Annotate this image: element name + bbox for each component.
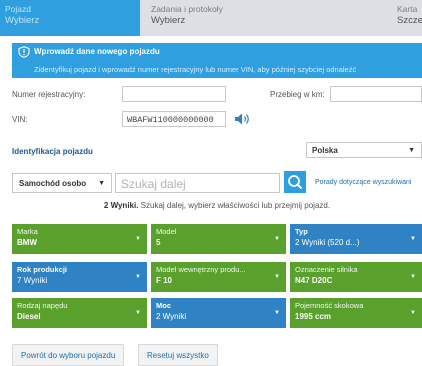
step-vehicle-sub: Wybierz (5, 15, 40, 26)
chevron-down-icon: ▼ (135, 274, 141, 280)
vehicle-type-select[interactable]: Samochód osobo ▼ (12, 173, 112, 193)
chevron-down-icon: ▼ (410, 236, 416, 242)
results-summary: 2 Wyniki. Szukaj dalej, wybierz właściwo… (12, 201, 422, 210)
tile-drive-type[interactable]: Rodzaj napędu Diesel ▼ (12, 298, 147, 328)
tile-label: Pojemność skokowa (295, 301, 364, 310)
speaker-icon[interactable] (232, 111, 252, 127)
chevron-down-icon: ▼ (135, 236, 141, 242)
step-tasks-label: Zadania i protokoły (151, 4, 223, 14)
tile-label: Model (156, 227, 177, 236)
tile-power[interactable]: Moc 2 Wyniki ▼ (151, 298, 286, 328)
tile-label: Marka (17, 227, 38, 236)
tile-label: Rodzaj napędu (17, 301, 68, 310)
banner-text: Zidentyfikuj pojazd i wprowadź numer rej… (34, 65, 357, 74)
banner-title: Wprowadź dane nowego pojazdu (34, 47, 160, 56)
chevron-down-icon: ▼ (408, 147, 415, 154)
search-input[interactable]: Szukaj dalej (115, 173, 280, 193)
results-count: 2 Wyniki. (103, 201, 139, 210)
tile-type[interactable]: Typ 2 Wyniki (520 d...) ▼ (290, 224, 422, 254)
vehicle-type-value: Samochód osobo (19, 179, 87, 188)
tile-value: N47 D20C (295, 276, 333, 285)
tile-value: 2 Wyniki (520 d...) (295, 238, 360, 247)
mileage-input[interactable] (330, 86, 422, 102)
tile-production-year[interactable]: Rok produkcji 7 Wyniki ▼ (12, 262, 147, 292)
search-help-link[interactable]: Porady dotyczące wyszukiwani (315, 179, 412, 186)
tile-internal-model[interactable]: Model wewnętrzny produ... F 10 ▼ (151, 262, 286, 292)
reg-number-label: Numer rejestracyjny: (12, 90, 86, 99)
tile-value: 1995 ccm (295, 312, 332, 321)
step-card[interactable]: Karta Szcze (397, 4, 422, 26)
reset-all-button[interactable]: Resetuj wszystko (138, 344, 218, 366)
vin-input[interactable]: WBAFW110000000000 (122, 111, 226, 127)
tile-value: F 10 (156, 276, 173, 285)
tile-model[interactable]: Model 5 ▼ (151, 224, 286, 254)
search-icon (288, 175, 303, 190)
tile-value: Diesel (17, 312, 41, 321)
chevron-down-icon: ▼ (135, 310, 141, 316)
tile-make[interactable]: Marka BMW ▼ (12, 224, 147, 254)
back-to-vehicle-selection-button[interactable]: Powrót do wyboru pojazdu (12, 344, 125, 366)
chevron-down-icon: ▼ (410, 310, 416, 316)
step-card-label: Karta (397, 4, 418, 14)
tile-label: Oznaczenie silnika (295, 265, 358, 274)
tile-label: Model wewnętrzny produ... (156, 265, 246, 274)
chevron-down-icon: ▼ (410, 274, 416, 280)
tile-displacement[interactable]: Pojemność skokowa 1995 ccm ▼ (290, 298, 422, 328)
tile-value: 7 Wyniki (17, 276, 48, 285)
tile-value: 5 (156, 238, 161, 247)
step-tasks[interactable]: Zadania i protokoły Wybierz (151, 4, 223, 26)
info-banner: Wprowadź dane nowego pojazdu Zidentyfiku… (12, 43, 422, 78)
country-select[interactable]: Polska ▼ (306, 142, 422, 158)
tile-engine-code[interactable]: Oznaczenie silnika N47 D20C ▼ (290, 262, 422, 292)
step-vehicle-label: Pojazd (5, 4, 31, 14)
results-text: Szukaj dalej, wybierz właściwości lub pr… (140, 201, 331, 210)
tile-value: 2 Wyniki (156, 312, 187, 321)
chevron-down-icon: ▼ (274, 310, 280, 316)
tile-label: Typ (295, 227, 308, 236)
step-vehicle[interactable]: Pojazd Wybierz (0, 0, 140, 36)
country-select-value: Polska (312, 146, 338, 155)
reg-number-input[interactable] (122, 86, 226, 102)
step-card-sub: Szcze (397, 15, 422, 26)
chevron-down-icon: ▼ (274, 236, 280, 242)
tile-value: BMW (17, 238, 37, 247)
chevron-down-icon: ▼ (98, 180, 105, 187)
shield-info-icon (18, 46, 30, 58)
chevron-down-icon: ▼ (274, 274, 280, 280)
mileage-label: Przebieg w km: (270, 90, 325, 99)
tile-label: Rok produkcji (17, 265, 68, 274)
tile-label: Moc (156, 301, 171, 310)
search-button[interactable] (284, 171, 306, 193)
vin-label: VIN: (12, 115, 28, 124)
identification-title: Identyfikacja pojazdu (12, 147, 93, 156)
step-tasks-sub: Wybierz (151, 15, 186, 26)
